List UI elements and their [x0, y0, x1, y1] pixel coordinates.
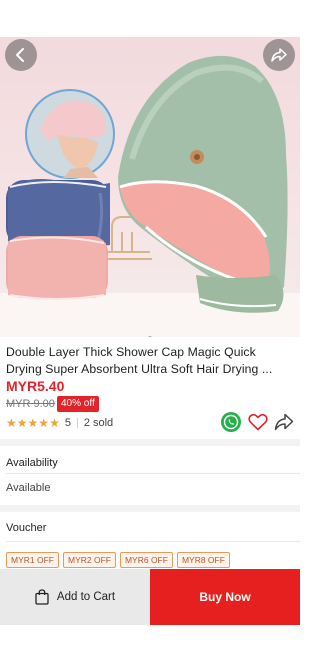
voucher-chip[interactable]: MYR8 OFF: [176, 552, 230, 568]
carousel-indicator: [0, 327, 300, 337]
product-title: Double Layer Thick Shower Cap Magic Quic…: [6, 344, 296, 378]
share-action-button[interactable]: [273, 411, 295, 433]
product-title-line1: Double Layer Thick Shower Cap Magic Quic…: [6, 345, 256, 359]
voucher-chip[interactable]: MYR2 OFF: [62, 552, 116, 568]
add-to-cart-label: Add to Cart: [56, 591, 116, 603]
share-button[interactable]: [263, 39, 295, 71]
star-rating: ★ ★ ★ ★ ★: [6, 417, 60, 429]
voucher-label: Voucher: [6, 522, 47, 534]
product-actions: [220, 411, 296, 433]
rating-row: ★ ★ ★ ★ ★ 5 | 2 sold: [6, 415, 113, 431]
voucher-separator: [6, 541, 300, 542]
availability-value: Available: [6, 482, 51, 494]
shopping-bag-icon: [35, 589, 49, 605]
star-icon: ★: [38, 416, 50, 430]
section-divider: [0, 505, 300, 512]
original-price: MYR 9.00: [6, 398, 55, 410]
availability-label: Availability: [6, 457, 58, 469]
product-price: MYR5.40: [6, 378, 65, 394]
home-indicator-area: [0, 625, 300, 649]
availability-separator: [6, 473, 300, 474]
heart-icon: [248, 413, 268, 431]
share-icon: [271, 48, 287, 62]
rating-divider: |: [75, 417, 79, 429]
product-photo: [6, 55, 288, 313]
product-image-carousel[interactable]: [0, 37, 300, 337]
favorite-button[interactable]: [247, 411, 269, 433]
star-icon: ★: [16, 416, 28, 430]
buy-now-button[interactable]: Buy Now: [150, 569, 300, 625]
star-icon: ★: [49, 416, 60, 430]
back-button[interactable]: [5, 39, 37, 71]
sold-count: 2 sold: [83, 417, 114, 429]
share-arrow-icon: [274, 413, 294, 431]
buy-now-label: Buy Now: [199, 590, 251, 604]
voucher-list: MYR1 OFF MYR2 OFF MYR6 OFF MYR8 OFF: [6, 552, 230, 568]
voucher-chip[interactable]: MYR1 OFF: [6, 552, 59, 568]
chevron-left-icon: [16, 48, 24, 62]
discount-badge: 40% off: [57, 396, 99, 412]
star-icon: ★: [6, 416, 17, 430]
section-divider: [0, 439, 300, 446]
add-to-cart-button[interactable]: Add to Cart: [0, 569, 150, 625]
whatsapp-icon: [221, 412, 241, 432]
voucher-chip[interactable]: MYR6 OFF: [119, 552, 173, 568]
carousel-dot: [148, 336, 152, 337]
whatsapp-button[interactable]: [220, 411, 242, 433]
product-title-line2: Drying Super Absorbent Ultra Soft Hair D…: [6, 362, 273, 376]
star-icon: ★: [27, 416, 39, 430]
status-area: [0, 0, 300, 37]
bottom-action-bar: Add to Cart Buy Now: [0, 569, 300, 625]
rating-value: 5: [64, 417, 71, 429]
